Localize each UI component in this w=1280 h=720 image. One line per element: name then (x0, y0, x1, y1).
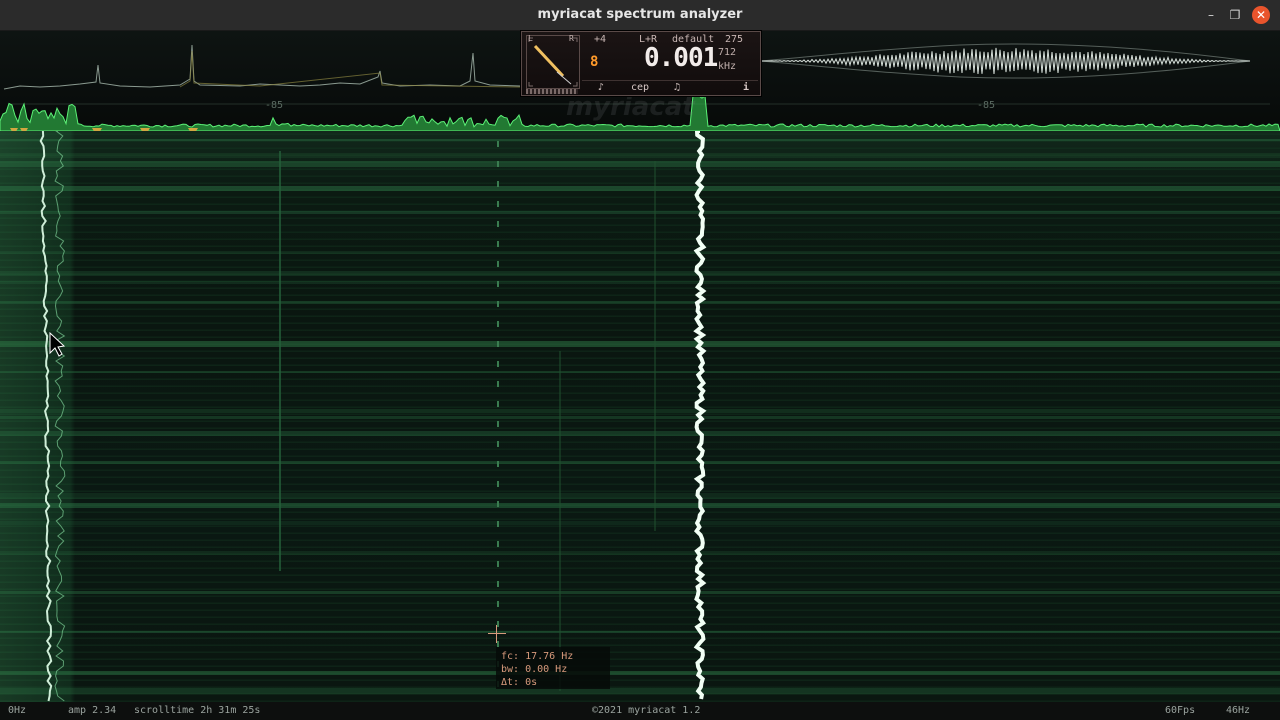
noise-band (0, 409, 1280, 413)
freq-max-label: 46Hz (1226, 705, 1251, 716)
waterfall-spectrogram[interactable] (0, 131, 1280, 702)
noise-bands (0, 139, 1280, 694)
orange-readout: 8 (590, 54, 599, 70)
mouse-cursor-icon (49, 331, 66, 357)
readout-bw: bw: 0.00 Hz (501, 664, 568, 675)
noise-band (0, 281, 1280, 284)
noise-band (0, 503, 1280, 508)
tab-note[interactable]: ♫ (666, 81, 688, 94)
minimize-icon[interactable]: – (1203, 7, 1219, 23)
noise-band (0, 493, 1280, 499)
readout-dt: Δt: 0s (501, 677, 538, 688)
noise-band (0, 688, 1280, 694)
noise-band (0, 591, 1280, 594)
copyright-text: ©2021 myriacat 1.2 (592, 705, 701, 716)
frequency-hud[interactable]: L R +4 L+R default 275 8 0.001 712 kHz ♪… (521, 31, 761, 96)
window-title: myriacat spectrum analyzer (537, 7, 743, 22)
preset-number: 275 (725, 34, 744, 45)
noise-band (0, 461, 1280, 464)
db-marker-right: -85 (977, 100, 996, 111)
noise-band (0, 521, 1280, 525)
frequency-unit: kHz (718, 61, 737, 72)
noise-band (0, 153, 1280, 158)
noise-band (0, 416, 1280, 419)
waveform-display (759, 43, 1251, 79)
frequency-display: 0.001 (644, 43, 718, 73)
stereo-gauge-icon[interactable] (526, 35, 580, 89)
cursor-readout: fc: 17.76 Hz bw: 0.00 Hz Δt: 0s (496, 647, 610, 689)
close-icon[interactable]: ✕ (1252, 6, 1270, 24)
noise-band (0, 211, 1280, 214)
dominant-frequency-trace (693, 131, 707, 700)
noise-band (0, 341, 1280, 347)
noise-band (0, 631, 1280, 633)
gauge-scale (526, 89, 578, 94)
spectrum-overview-line (3, 44, 521, 90)
noise-band (0, 371, 1280, 373)
frequency-sub: 712 (718, 47, 737, 58)
noise-band (0, 431, 1280, 436)
noise-band (0, 161, 1280, 167)
noise-band (0, 671, 1280, 675)
crosshair-icon (488, 625, 506, 643)
db-marker-left: -85 (265, 100, 284, 111)
gauge-right-label: R (569, 34, 574, 43)
freq-min-label: 0Hz (8, 705, 27, 716)
waterfall-traces (0, 131, 1280, 702)
gauge-left-label: L (528, 34, 533, 43)
brand-watermark: myriacat (566, 92, 695, 122)
window-titlebar: myriacat spectrum analyzer – ❐ ✕ (0, 0, 1280, 31)
amp-readout[interactable]: amp 2.34 (68, 705, 116, 716)
offset-label: +4 (594, 34, 607, 45)
status-bar: 0Hz amp 2.34 scrolltime 2h 31m 25s ©2021… (0, 702, 1280, 720)
fps-readout: 60Fps (1165, 705, 1196, 716)
noise-band (0, 139, 1280, 141)
info-icon[interactable]: i (738, 81, 754, 94)
scrolltime-readout[interactable]: scrolltime 2h 31m 25s (134, 705, 260, 716)
tab-cep[interactable]: cep (622, 81, 658, 94)
tab-pitch[interactable]: ♪ (590, 81, 612, 94)
noise-band (0, 551, 1280, 555)
maximize-icon[interactable]: ❐ (1227, 7, 1243, 23)
readout-fc: fc: 17.76 Hz (501, 651, 574, 662)
noise-band (0, 301, 1280, 304)
noise-band (0, 251, 1280, 254)
noise-band (0, 271, 1280, 276)
noise-band (0, 186, 1280, 191)
